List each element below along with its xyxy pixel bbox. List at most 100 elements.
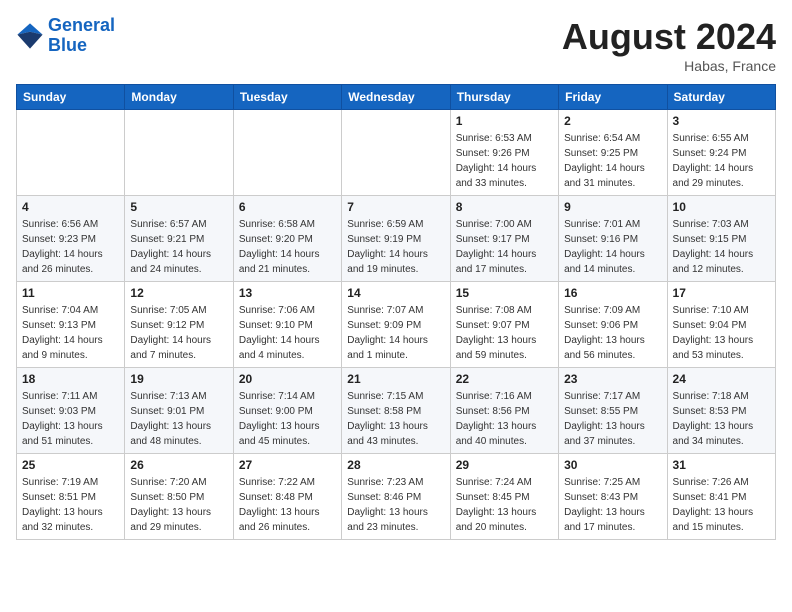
day-info: Sunrise: 7:08 AMSunset: 9:07 PMDaylight:… bbox=[456, 303, 553, 363]
day-number: 10 bbox=[673, 200, 770, 214]
day-cell: 5 Sunrise: 6:57 AMSunset: 9:21 PMDaylight… bbox=[125, 196, 233, 282]
day-info: Sunrise: 6:57 AMSunset: 9:21 PMDaylight:… bbox=[130, 217, 227, 277]
day-info: Sunrise: 6:53 AMSunset: 9:26 PMDaylight:… bbox=[456, 131, 553, 191]
week-row-3: 11Sunrise: 7:04 AMSunset: 9:13 PMDayligh… bbox=[17, 282, 776, 368]
day-number: 8 bbox=[456, 200, 553, 214]
title-block: August 2024 Habas, France bbox=[562, 16, 776, 74]
header-day-thursday: Thursday bbox=[450, 85, 558, 110]
day-info: Sunrise: 7:23 AMSunset: 8:46 PMDaylight:… bbox=[347, 475, 444, 535]
day-info: Sunrise: 6:55 AMSunset: 9:24 PMDaylight:… bbox=[673, 131, 770, 191]
day-cell: 24 Sunrise: 7:18 AMSunset: 8:53 PMDayligh… bbox=[667, 368, 775, 454]
day-cell: 28 Sunrise: 7:23 AMSunset: 8:46 PMDayligh… bbox=[342, 454, 450, 540]
day-cell: 20 Sunrise: 7:14 AMSunset: 9:00 PMDayligh… bbox=[233, 368, 341, 454]
day-cell: 6 Sunrise: 6:58 AMSunset: 9:20 PMDaylight… bbox=[233, 196, 341, 282]
day-cell: 23Sunrise: 7:17 AMSunset: 8:55 PMDayligh… bbox=[559, 368, 667, 454]
header-day-monday: Monday bbox=[125, 85, 233, 110]
week-row-4: 18 Sunrise: 7:11 AMSunset: 9:03 PMDayligh… bbox=[17, 368, 776, 454]
day-info: Sunrise: 7:05 AMSunset: 9:12 PMDaylight:… bbox=[130, 303, 227, 363]
header-row: SundayMondayTuesdayWednesdayThursdayFrid… bbox=[17, 85, 776, 110]
day-number: 7 bbox=[347, 200, 444, 214]
day-number: 6 bbox=[239, 200, 336, 214]
day-number: 19 bbox=[130, 372, 227, 386]
day-info: Sunrise: 7:03 AMSunset: 9:15 PMDaylight:… bbox=[673, 217, 770, 277]
location: Habas, France bbox=[562, 58, 776, 74]
day-cell: 25Sunrise: 7:19 AMSunset: 8:51 PMDayligh… bbox=[17, 454, 125, 540]
day-number: 16 bbox=[564, 286, 661, 300]
day-cell: 26Sunrise: 7:20 AMSunset: 8:50 PMDayligh… bbox=[125, 454, 233, 540]
day-info: Sunrise: 7:25 AMSunset: 8:43 PMDaylight:… bbox=[564, 475, 661, 535]
day-cell bbox=[233, 110, 341, 196]
day-number: 2 bbox=[564, 114, 661, 128]
header-day-saturday: Saturday bbox=[667, 85, 775, 110]
day-number: 29 bbox=[456, 458, 553, 472]
day-info: Sunrise: 7:14 AMSunset: 9:00 PMDaylight:… bbox=[239, 389, 336, 449]
page-header: General Blue August 2024 Habas, France bbox=[16, 16, 776, 74]
day-number: 22 bbox=[456, 372, 553, 386]
day-cell: 1 Sunrise: 6:53 AMSunset: 9:26 PMDaylight… bbox=[450, 110, 558, 196]
day-number: 28 bbox=[347, 458, 444, 472]
day-cell: 21Sunrise: 7:15 AMSunset: 8:58 PMDayligh… bbox=[342, 368, 450, 454]
day-info: Sunrise: 7:01 AMSunset: 9:16 PMDaylight:… bbox=[564, 217, 661, 277]
day-info: Sunrise: 7:24 AMSunset: 8:45 PMDaylight:… bbox=[456, 475, 553, 535]
day-cell: 8Sunrise: 7:00 AMSunset: 9:17 PMDaylight… bbox=[450, 196, 558, 282]
day-number: 27 bbox=[239, 458, 336, 472]
day-number: 4 bbox=[22, 200, 119, 214]
day-cell: 30 Sunrise: 7:25 AMSunset: 8:43 PMDayligh… bbox=[559, 454, 667, 540]
day-info: Sunrise: 7:15 AMSunset: 8:58 PMDaylight:… bbox=[347, 389, 444, 449]
day-cell: 4 Sunrise: 6:56 AMSunset: 9:23 PMDaylight… bbox=[17, 196, 125, 282]
day-cell: 12 Sunrise: 7:05 AMSunset: 9:12 PMDayligh… bbox=[125, 282, 233, 368]
day-cell: 22Sunrise: 7:16 AMSunset: 8:56 PMDayligh… bbox=[450, 368, 558, 454]
day-number: 30 bbox=[564, 458, 661, 472]
day-number: 14 bbox=[347, 286, 444, 300]
logo-line2: Blue bbox=[48, 35, 87, 55]
day-info: Sunrise: 7:10 AMSunset: 9:04 PMDaylight:… bbox=[673, 303, 770, 363]
calendar-header: SundayMondayTuesdayWednesdayThursdayFrid… bbox=[17, 85, 776, 110]
day-number: 18 bbox=[22, 372, 119, 386]
day-info: Sunrise: 7:18 AMSunset: 8:53 PMDaylight:… bbox=[673, 389, 770, 449]
day-cell: 7 Sunrise: 6:59 AMSunset: 9:19 PMDaylight… bbox=[342, 196, 450, 282]
header-day-wednesday: Wednesday bbox=[342, 85, 450, 110]
day-number: 11 bbox=[22, 286, 119, 300]
day-info: Sunrise: 6:59 AMSunset: 9:19 PMDaylight:… bbox=[347, 217, 444, 277]
day-number: 13 bbox=[239, 286, 336, 300]
day-cell: 29 Sunrise: 7:24 AMSunset: 8:45 PMDayligh… bbox=[450, 454, 558, 540]
header-day-tuesday: Tuesday bbox=[233, 85, 341, 110]
day-info: Sunrise: 7:06 AMSunset: 9:10 PMDaylight:… bbox=[239, 303, 336, 363]
day-info: Sunrise: 6:56 AMSunset: 9:23 PMDaylight:… bbox=[22, 217, 119, 277]
calendar-body: 1 Sunrise: 6:53 AMSunset: 9:26 PMDaylight… bbox=[17, 110, 776, 540]
day-info: Sunrise: 7:07 AMSunset: 9:09 PMDaylight:… bbox=[347, 303, 444, 363]
day-number: 31 bbox=[673, 458, 770, 472]
logo-line1: General bbox=[48, 15, 115, 35]
calendar-table: SundayMondayTuesdayWednesdayThursdayFrid… bbox=[16, 84, 776, 540]
day-cell: 14 Sunrise: 7:07 AMSunset: 9:09 PMDayligh… bbox=[342, 282, 450, 368]
day-info: Sunrise: 7:22 AMSunset: 8:48 PMDaylight:… bbox=[239, 475, 336, 535]
day-info: Sunrise: 7:11 AMSunset: 9:03 PMDaylight:… bbox=[22, 389, 119, 449]
day-info: Sunrise: 7:09 AMSunset: 9:06 PMDaylight:… bbox=[564, 303, 661, 363]
logo-icon bbox=[16, 22, 44, 50]
day-number: 17 bbox=[673, 286, 770, 300]
day-number: 5 bbox=[130, 200, 227, 214]
header-day-sunday: Sunday bbox=[17, 85, 125, 110]
day-number: 20 bbox=[239, 372, 336, 386]
day-info: Sunrise: 7:19 AMSunset: 8:51 PMDaylight:… bbox=[22, 475, 119, 535]
day-number: 15 bbox=[456, 286, 553, 300]
day-info: Sunrise: 7:26 AMSunset: 8:41 PMDaylight:… bbox=[673, 475, 770, 535]
day-number: 23 bbox=[564, 372, 661, 386]
day-info: Sunrise: 6:58 AMSunset: 9:20 PMDaylight:… bbox=[239, 217, 336, 277]
day-number: 24 bbox=[673, 372, 770, 386]
logo: General Blue bbox=[16, 16, 115, 56]
day-cell: 31 Sunrise: 7:26 AMSunset: 8:41 PMDayligh… bbox=[667, 454, 775, 540]
day-cell: 9Sunrise: 7:01 AMSunset: 9:16 PMDaylight… bbox=[559, 196, 667, 282]
day-info: Sunrise: 7:20 AMSunset: 8:50 PMDaylight:… bbox=[130, 475, 227, 535]
day-cell: 16 Sunrise: 7:09 AMSunset: 9:06 PMDayligh… bbox=[559, 282, 667, 368]
day-number: 3 bbox=[673, 114, 770, 128]
day-cell bbox=[342, 110, 450, 196]
week-row-1: 1 Sunrise: 6:53 AMSunset: 9:26 PMDaylight… bbox=[17, 110, 776, 196]
month-year: August 2024 bbox=[562, 16, 776, 58]
day-cell: 18 Sunrise: 7:11 AMSunset: 9:03 PMDayligh… bbox=[17, 368, 125, 454]
day-number: 12 bbox=[130, 286, 227, 300]
week-row-5: 25Sunrise: 7:19 AMSunset: 8:51 PMDayligh… bbox=[17, 454, 776, 540]
logo-text: General Blue bbox=[48, 16, 115, 56]
day-number: 1 bbox=[456, 114, 553, 128]
day-cell: 17 Sunrise: 7:10 AMSunset: 9:04 PMDayligh… bbox=[667, 282, 775, 368]
